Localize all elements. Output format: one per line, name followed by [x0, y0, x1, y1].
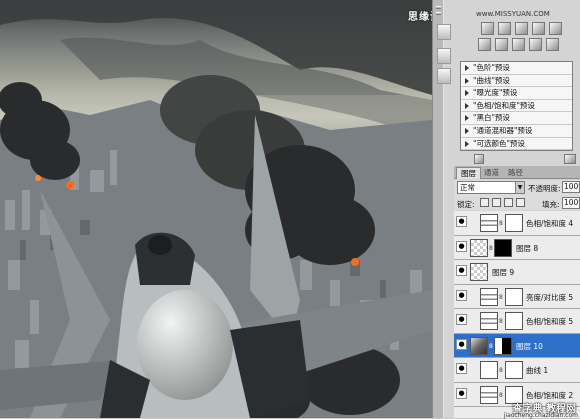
link-icon: 8: [499, 391, 503, 399]
invert-icon[interactable]: [478, 38, 491, 51]
layers-list: ● 8 色相/饱和度 4 ● 8 图层 8 ● 图层 9 ● 8 亮度/对比度 …: [454, 211, 580, 418]
fill-label: 填充:: [542, 200, 560, 209]
link-icon: 8: [489, 244, 493, 252]
swatches-panel-button[interactable]: [437, 68, 451, 84]
posterize-icon[interactable]: [495, 38, 508, 51]
adjustment-thumbnail: [480, 214, 498, 232]
bw-icon[interactable]: [549, 22, 562, 35]
link-icon: 8: [499, 367, 503, 374]
layer-name: 曲线 1: [526, 366, 549, 375]
layer-name: 色相/饱和度 4: [526, 219, 574, 228]
adjustment-thumbnail: [480, 287, 498, 306]
link-icon: 8: [499, 220, 503, 227]
layer-mask-thumbnail[interactable]: [505, 361, 523, 379]
color-panel-button[interactable]: [437, 48, 451, 64]
threshold-icon[interactable]: [512, 38, 525, 51]
layer-mask-thumbnail[interactable]: [494, 336, 512, 355]
layer-row-selected[interactable]: ● 8 图层 10: [454, 333, 580, 358]
curves-thumbnail: [480, 361, 498, 379]
lock-image-icon[interactable]: [492, 198, 501, 207]
visibility-eye-icon[interactable]: ●: [456, 338, 467, 350]
clip-to-layer-icon[interactable]: [474, 154, 484, 164]
expand-triangle-icon: [465, 102, 469, 109]
color-balance-icon[interactable]: [532, 22, 545, 35]
gradient-map-icon[interactable]: [529, 38, 542, 51]
layer-row[interactable]: ● 8 色相/饱和度 4: [454, 211, 580, 236]
tab-paths[interactable]: 路径: [504, 167, 527, 179]
layer-mask-thumbnail[interactable]: [505, 214, 523, 232]
preset-levels[interactable]: "色阶"预设: [461, 62, 572, 75]
visibility-eye-icon[interactable]: ●: [456, 314, 467, 325]
layer-name: 图层 8: [516, 243, 539, 253]
expand-triangle-icon: [465, 65, 469, 71]
layer-mask-thumbnail[interactable]: [494, 238, 512, 257]
panel-menu-icon[interactable]: [564, 154, 576, 164]
adjustment-presets-list: "色阶"预设 "曲线"预设 "曝光度"预设 "色相/饱和度"预设 "黑白"预设 …: [460, 61, 573, 151]
layer-thumbnail: [470, 238, 488, 257]
layer-row[interactable]: ● 8 曲线 1: [454, 358, 580, 383]
visibility-eye-icon[interactable]: ●: [456, 216, 467, 227]
link-icon: 8: [499, 318, 503, 325]
history-panel-button[interactable]: [437, 24, 451, 40]
preset-exposure[interactable]: "曝光度"预设: [461, 87, 572, 100]
link-icon: 8: [499, 293, 503, 301]
expand-triangle-icon: [465, 140, 469, 147]
layers-panel-tabs: 图层 通道 路径: [454, 166, 580, 179]
visibility-eye-icon[interactable]: ●: [456, 289, 467, 301]
adjustment-thumbnail: [480, 385, 498, 404]
lock-transparency-icon[interactable]: [480, 198, 489, 207]
tab-channels[interactable]: 通道: [480, 167, 503, 179]
link-icon: 8: [489, 342, 493, 350]
layer-name: 图层 10: [516, 341, 543, 351]
preset-curves[interactable]: "曲线"预设: [461, 74, 572, 88]
fill-field[interactable]: 100%: [562, 197, 580, 209]
expand-triangle-icon: [465, 90, 469, 97]
curves-icon[interactable]: [498, 22, 511, 35]
expand-triangle-icon: [465, 127, 469, 134]
layer-mask-thumbnail[interactable]: [505, 312, 523, 330]
blend-opacity-row: 正常▼ 不透明度: 100%: [454, 180, 580, 196]
document-canvas[interactable]: [0, 0, 432, 418]
preset-selective-color[interactable]: "可选颜色"预设: [461, 137, 572, 151]
visibility-eye-icon[interactable]: ●: [456, 265, 467, 276]
visibility-eye-icon[interactable]: ●: [456, 240, 467, 252]
preset-black-white[interactable]: "黑白"预设: [461, 112, 572, 125]
visibility-eye-icon[interactable]: ●: [456, 387, 467, 399]
lock-all-icon[interactable]: [516, 198, 525, 207]
layer-name: 色相/饱和度 5: [526, 317, 574, 326]
layer-name: 色相/饱和度 2: [526, 390, 574, 400]
visibility-eye-icon[interactable]: ●: [456, 363, 467, 374]
exposure-icon[interactable]: [515, 22, 528, 35]
chevron-down-icon: ▼: [515, 182, 524, 193]
blend-mode-select[interactable]: 正常 ▼: [457, 181, 525, 194]
selective-color-icon[interactable]: [546, 38, 559, 51]
layer-row[interactable]: ● 图层 9: [454, 260, 580, 285]
tab-layers[interactable]: 图层: [456, 167, 481, 179]
layer-row[interactable]: ● 8 亮度/对比度 5: [454, 284, 580, 309]
expand-triangle-icon: [465, 77, 469, 84]
layer-mask-thumbnail[interactable]: [505, 287, 523, 306]
layer-thumbnail: [470, 336, 488, 355]
fighter-jet-scene: [0, 0, 432, 418]
layer-row[interactable]: ● 8 图层 8: [454, 235, 580, 260]
layer-thumbnail: [470, 263, 488, 281]
preset-hue-saturation[interactable]: "色相/饱和度"预设: [461, 99, 572, 113]
preset-channel-mixer[interactable]: "通道混和器"预设: [461, 124, 572, 138]
opacity-label: 不透明度:: [528, 184, 561, 193]
layer-name: 亮度/对比度 5: [526, 292, 574, 302]
layer-name: 图层 9: [492, 268, 515, 277]
lock-fill-row: 锁定: 填充: 100%: [454, 196, 580, 210]
expand-triangle-icon: [465, 115, 469, 122]
adjustment-thumbnail: [480, 312, 498, 330]
lock-label: 锁定:: [457, 200, 475, 209]
opacity-field[interactable]: 100%: [562, 181, 580, 193]
site-url-watermark: www.MISSYUAN.COM: [476, 10, 550, 18]
layer-row[interactable]: ● 8 色相/饱和度 5: [454, 309, 580, 334]
lock-position-icon[interactable]: [504, 198, 513, 207]
levels-icon[interactable]: [481, 22, 494, 35]
